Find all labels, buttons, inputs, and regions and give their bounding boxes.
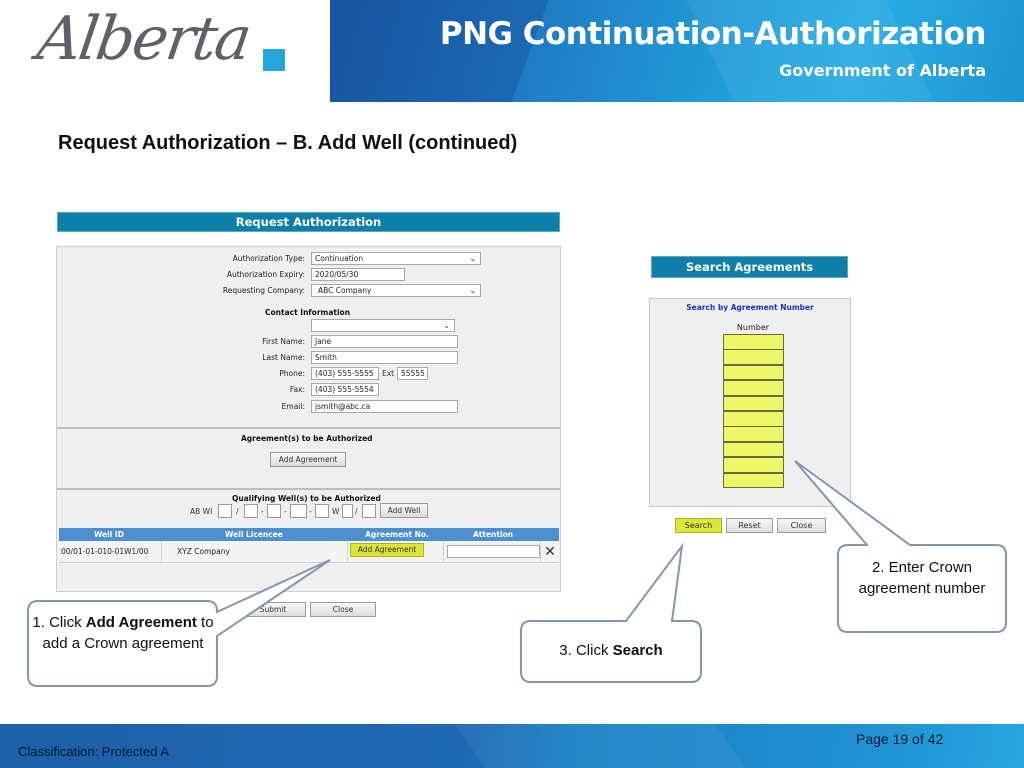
- section-divider: [57, 427, 560, 429]
- ext-label: Ext: [382, 369, 395, 378]
- chevron-down-icon: ⌄: [443, 321, 450, 330]
- close-button[interactable]: Close: [310, 602, 376, 617]
- well-location-field-3[interactable]: [267, 504, 281, 518]
- well-location-field-5[interactable]: [315, 504, 329, 518]
- agreement-number-input[interactable]: [723, 349, 784, 365]
- table-row: 00/01-01-010-01W1/00 XYZ Company Add Agr…: [59, 541, 559, 563]
- ext-input[interactable]: 55555: [397, 367, 428, 380]
- section-divider: [57, 488, 560, 490]
- number-label: Number: [736, 323, 770, 332]
- agreement-number-input[interactable]: [723, 364, 784, 381]
- email-input[interactable]: jsmith@abc.ca: [311, 400, 458, 413]
- presentation-subtitle: Government of Alberta: [779, 61, 986, 80]
- agreement-cell: Add Agreement: [348, 541, 444, 563]
- well-licencee-cell: XYZ Company: [162, 541, 348, 563]
- alberta-logo: Alberta: [0, 0, 330, 102]
- agreement-number-input[interactable]: [723, 395, 784, 412]
- column-agreement-no: Agreement No.: [365, 530, 429, 539]
- authorization-expiry-label: Authorization Expiry:: [226, 270, 305, 279]
- agreements-heading: Agreement(s) to be Authorized: [241, 434, 373, 443]
- chevron-down-icon: ⌄: [469, 286, 476, 295]
- requesting-company-label: Requesting Company:: [222, 286, 305, 295]
- search-by-agreement-number-heading: Search by Agreement Number: [686, 303, 814, 312]
- agreement-number-input[interactable]: [723, 334, 784, 350]
- last-name-label: Last Name:: [262, 353, 305, 362]
- attention-cell: [444, 541, 540, 563]
- column-well-id: Well ID: [94, 530, 124, 539]
- submit-button[interactable]: Submit: [240, 602, 306, 617]
- column-well-licencee: Well Licencee: [225, 530, 283, 539]
- header-banner: PNG Continuation-Authorization Governmen…: [330, 0, 1024, 102]
- well-location-field-1[interactable]: [218, 504, 232, 518]
- chevron-down-icon: ⌄: [469, 254, 476, 263]
- agreement-number-input[interactable]: [723, 411, 784, 427]
- last-name-input[interactable]: Smith: [311, 351, 458, 364]
- fax-input[interactable]: (403) 555-5554: [311, 383, 379, 396]
- classification-label: Classification: Protected A: [18, 744, 170, 759]
- slide-heading: Request Authorization – B. Add Well (con…: [58, 132, 518, 154]
- agreement-number-input[interactable]: [723, 380, 784, 396]
- page-number: Page 19 of 42: [856, 731, 944, 747]
- separator: /: [236, 507, 239, 516]
- contact-select[interactable]: ⌄: [311, 319, 455, 332]
- footer-bar: Classification: Protected A Page 19 of 4…: [0, 724, 1024, 768]
- row-add-agreement-button[interactable]: Add Agreement: [350, 543, 424, 557]
- authorization-expiry-input[interactable]: 2020/05/30: [311, 268, 405, 281]
- agreement-number-input[interactable]: [723, 426, 784, 442]
- separator: W: [332, 507, 340, 516]
- attention-input[interactable]: [447, 545, 540, 558]
- callout-3-text: 3. Click Search: [559, 642, 663, 659]
- request-authorization-panel: Authorization Type: Continuation ⌄ Autho…: [56, 246, 561, 592]
- authorization-type-label: Authorization Type:: [232, 254, 305, 263]
- agreement-number-input[interactable]: [723, 441, 784, 458]
- phone-label: Phone:: [279, 369, 305, 378]
- presentation-title: PNG Continuation-Authorization: [439, 16, 987, 52]
- search-button[interactable]: Search: [675, 518, 722, 533]
- phone-input[interactable]: (403) 555-5555: [311, 367, 379, 380]
- first-name-label: First Name:: [262, 337, 305, 346]
- logo-wordmark: Alberta: [33, 4, 254, 74]
- column-attention: Attention: [472, 530, 514, 539]
- first-name-input[interactable]: Jane: [311, 335, 458, 348]
- separator: /: [355, 507, 358, 516]
- callout-1-text: 1. Click Add Agreement to add a Crown ag…: [32, 614, 214, 652]
- separator: -: [261, 507, 264, 516]
- reset-button[interactable]: Reset: [726, 518, 773, 533]
- contact-information-heading: Contact Information: [265, 308, 351, 317]
- search-agreements-panel: Search by Agreement Number Number: [649, 298, 851, 507]
- requesting-company-select[interactable]: ABC Company ⌄: [311, 284, 481, 297]
- agreement-number-input[interactable]: [723, 457, 784, 473]
- well-table-header: Well ID Well Licencee Agreement No. Atte…: [59, 528, 559, 541]
- authorization-type-select[interactable]: Continuation ⌄: [311, 252, 481, 265]
- add-agreement-button[interactable]: Add Agreement: [270, 452, 346, 467]
- email-label: Email:: [281, 402, 305, 411]
- well-id-cell: 00/01-01-010-01W1/00: [59, 541, 162, 563]
- delete-row-icon[interactable]: ✕: [540, 541, 559, 563]
- request-authorization-title: Request Authorization: [57, 212, 560, 232]
- fax-label: Fax:: [289, 385, 305, 394]
- qualifying-wells-heading: Qualifying Well(s) to be Authorized: [232, 494, 381, 503]
- search-close-button[interactable]: Close: [777, 518, 826, 533]
- logo-square-icon: [263, 49, 285, 71]
- separator: -: [309, 507, 312, 516]
- well-location-field-6[interactable]: [342, 504, 353, 518]
- well-location-field-2[interactable]: [244, 504, 258, 518]
- callout-2-text: 2. Enter Crown agreement number: [858, 559, 986, 597]
- search-agreements-title: Search Agreements: [651, 256, 848, 278]
- add-well-button[interactable]: Add Well: [380, 503, 428, 518]
- ab-wi-label: AB WI: [190, 507, 213, 516]
- well-location-field-4[interactable]: [290, 504, 307, 518]
- agreement-number-input[interactable]: [723, 472, 784, 489]
- well-location-field-7[interactable]: [362, 504, 376, 518]
- separator: -: [284, 507, 287, 516]
